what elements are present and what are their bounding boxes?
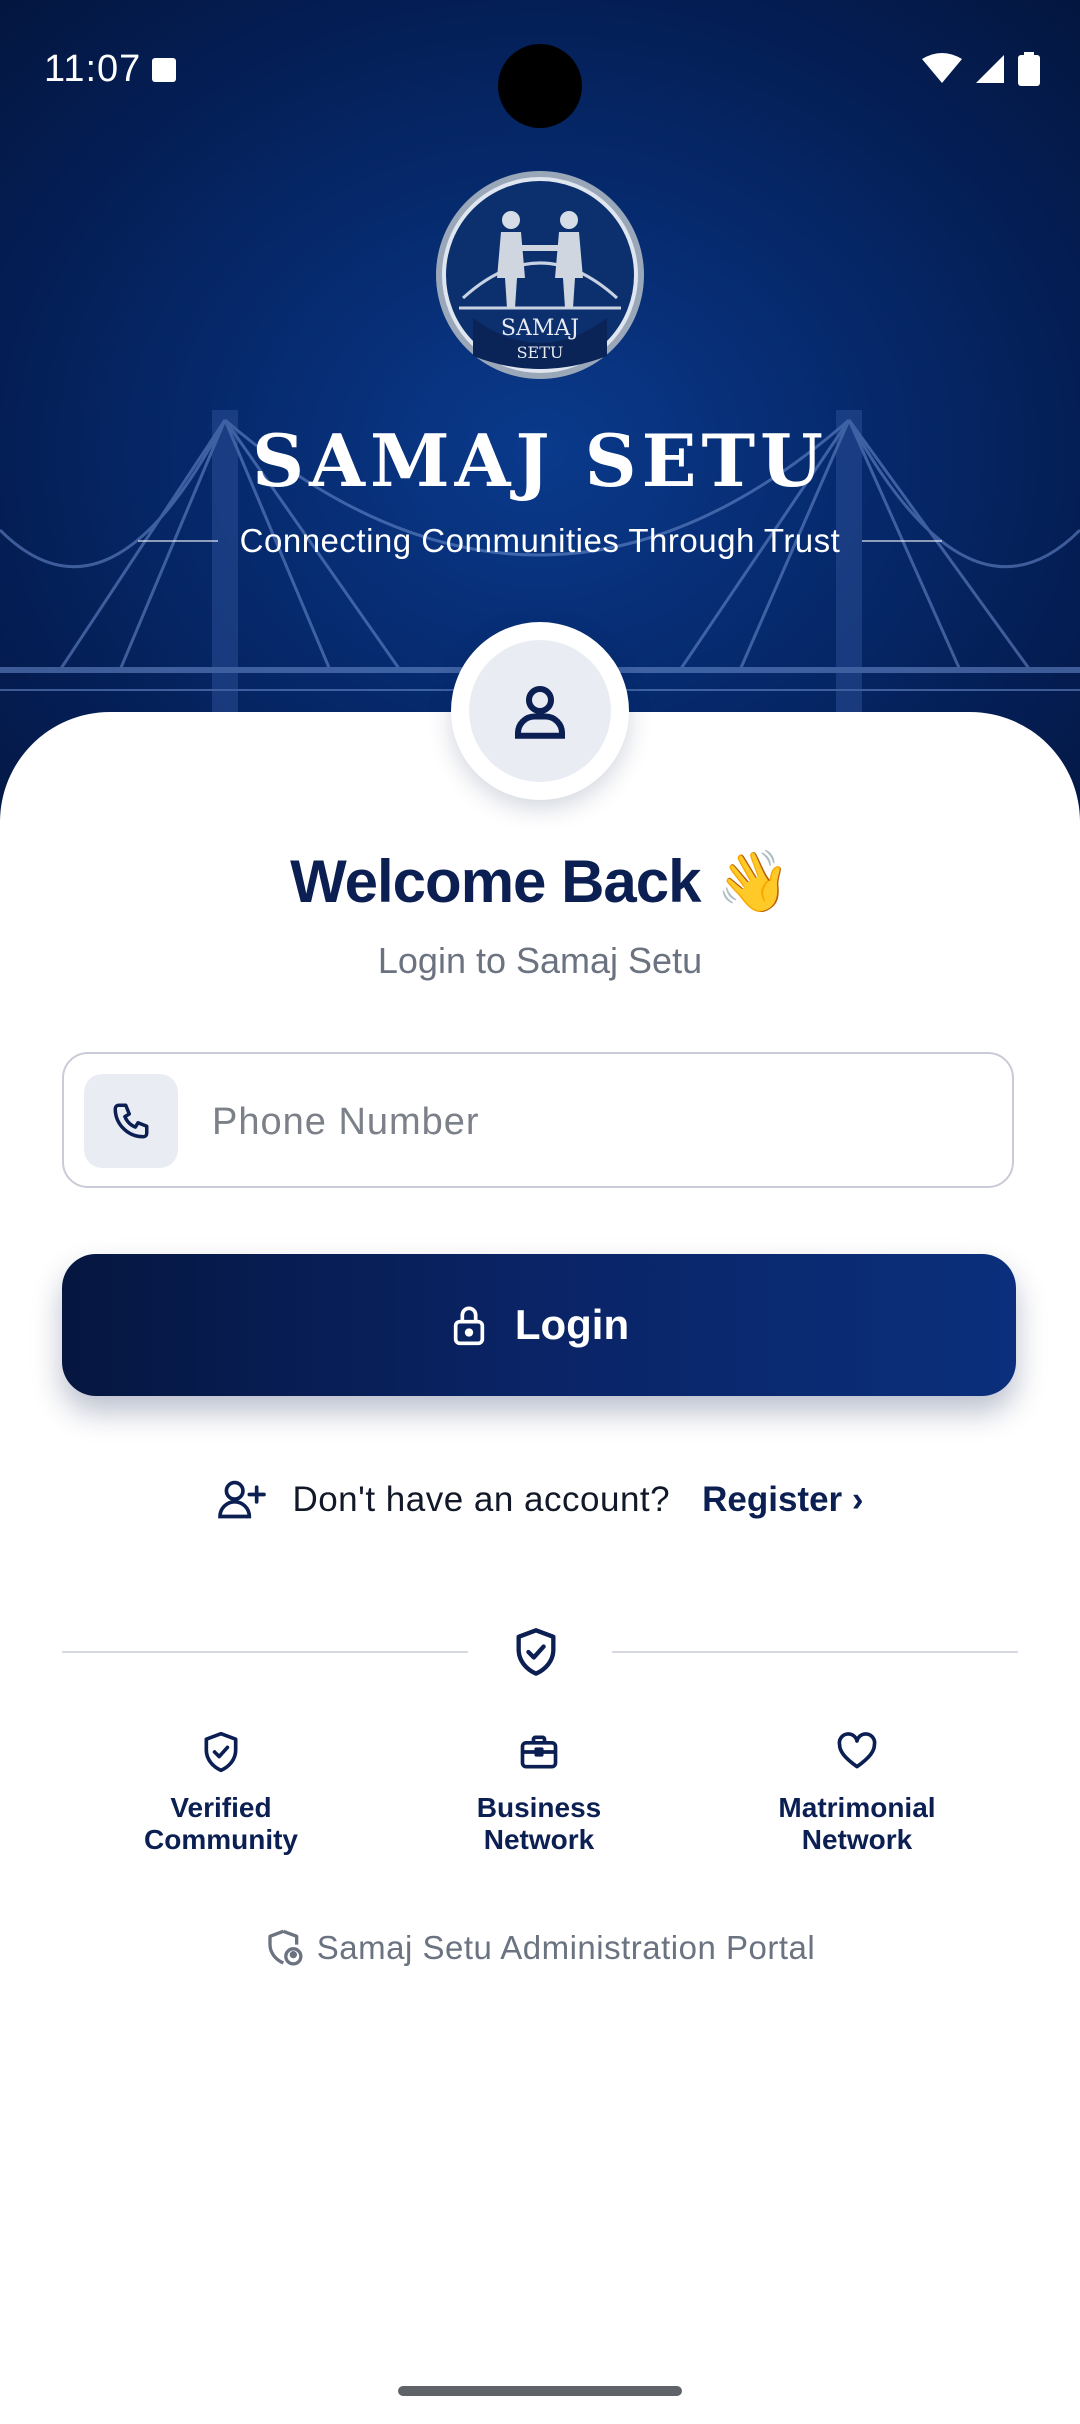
signal-icon <box>976 55 1004 83</box>
phone-input[interactable] <box>210 1074 994 1170</box>
briefcase-icon <box>520 1735 558 1769</box>
tagline-divider-right <box>862 540 943 542</box>
brand-title: SAMAJ SETU <box>252 418 828 503</box>
status-icons <box>922 52 1040 86</box>
divider-line-left <box>62 1651 468 1653</box>
lock-icon <box>453 1306 485 1346</box>
heart-icon <box>837 1732 877 1769</box>
features-row: Verified Community Business Network Matr… <box>62 1730 1018 1856</box>
feature-label: Matrimonial Network <box>778 1792 936 1855</box>
feature-matrimonial-network: Matrimonial Network <box>698 1730 1016 1856</box>
divider-line-right <box>612 1651 1018 1653</box>
register-row: Don't have an account? Register › <box>0 1478 1080 1522</box>
feature-label: Verified Community <box>144 1792 298 1855</box>
admin-shield-icon <box>268 1929 303 1966</box>
camera-cutout <box>498 44 582 128</box>
feature-business-network: Business Network <box>380 1730 698 1856</box>
divider <box>62 1622 1018 1682</box>
avatar-inner <box>469 640 611 782</box>
register-link[interactable]: Register › <box>702 1480 863 1520</box>
login-button-label: Login <box>514 1301 630 1348</box>
feature-verified-community: Verified Community <box>62 1730 380 1856</box>
phone-field[interactable] <box>62 1052 1014 1188</box>
logo-text-bottom: SETU <box>517 343 564 362</box>
status-bar: 11:07 <box>0 0 1080 140</box>
tagline-row: Connecting Communities Through Trust <box>0 522 1080 560</box>
battery-icon <box>1018 52 1040 86</box>
wifi-icon <box>922 53 962 83</box>
tagline: Connecting Communities Through Trust <box>239 522 841 559</box>
welcome-subtitle: Login to Samaj Setu <box>377 940 703 981</box>
samaj-setu-logo: SAMAJ SETU <box>436 171 644 379</box>
phone-icon <box>113 1103 149 1139</box>
avatar <box>451 622 629 800</box>
text-notification-icon <box>152 58 176 82</box>
status-time: 11:07 <box>44 48 142 90</box>
user-icon <box>514 685 566 739</box>
logo-text-top: SAMAJ <box>501 316 579 341</box>
shield-check-icon <box>516 1628 556 1676</box>
tagline-divider-left <box>137 540 218 542</box>
welcome-title: Welcome Back 👋 <box>290 848 791 915</box>
feature-label: Business Network <box>476 1792 602 1855</box>
login-button[interactable]: Login <box>62 1254 1016 1396</box>
admin-portal-row: Samaj Setu Administration Portal <box>0 1928 1080 1968</box>
home-indicator[interactable] <box>398 2386 682 2396</box>
shield-check-icon <box>204 1731 238 1773</box>
phone-icon-box <box>84 1074 178 1168</box>
admin-portal-label: Samaj Setu Administration Portal <box>316 1929 816 1966</box>
register-question: Don't have an account? <box>292 1480 671 1519</box>
add-user-icon <box>218 1480 267 1519</box>
